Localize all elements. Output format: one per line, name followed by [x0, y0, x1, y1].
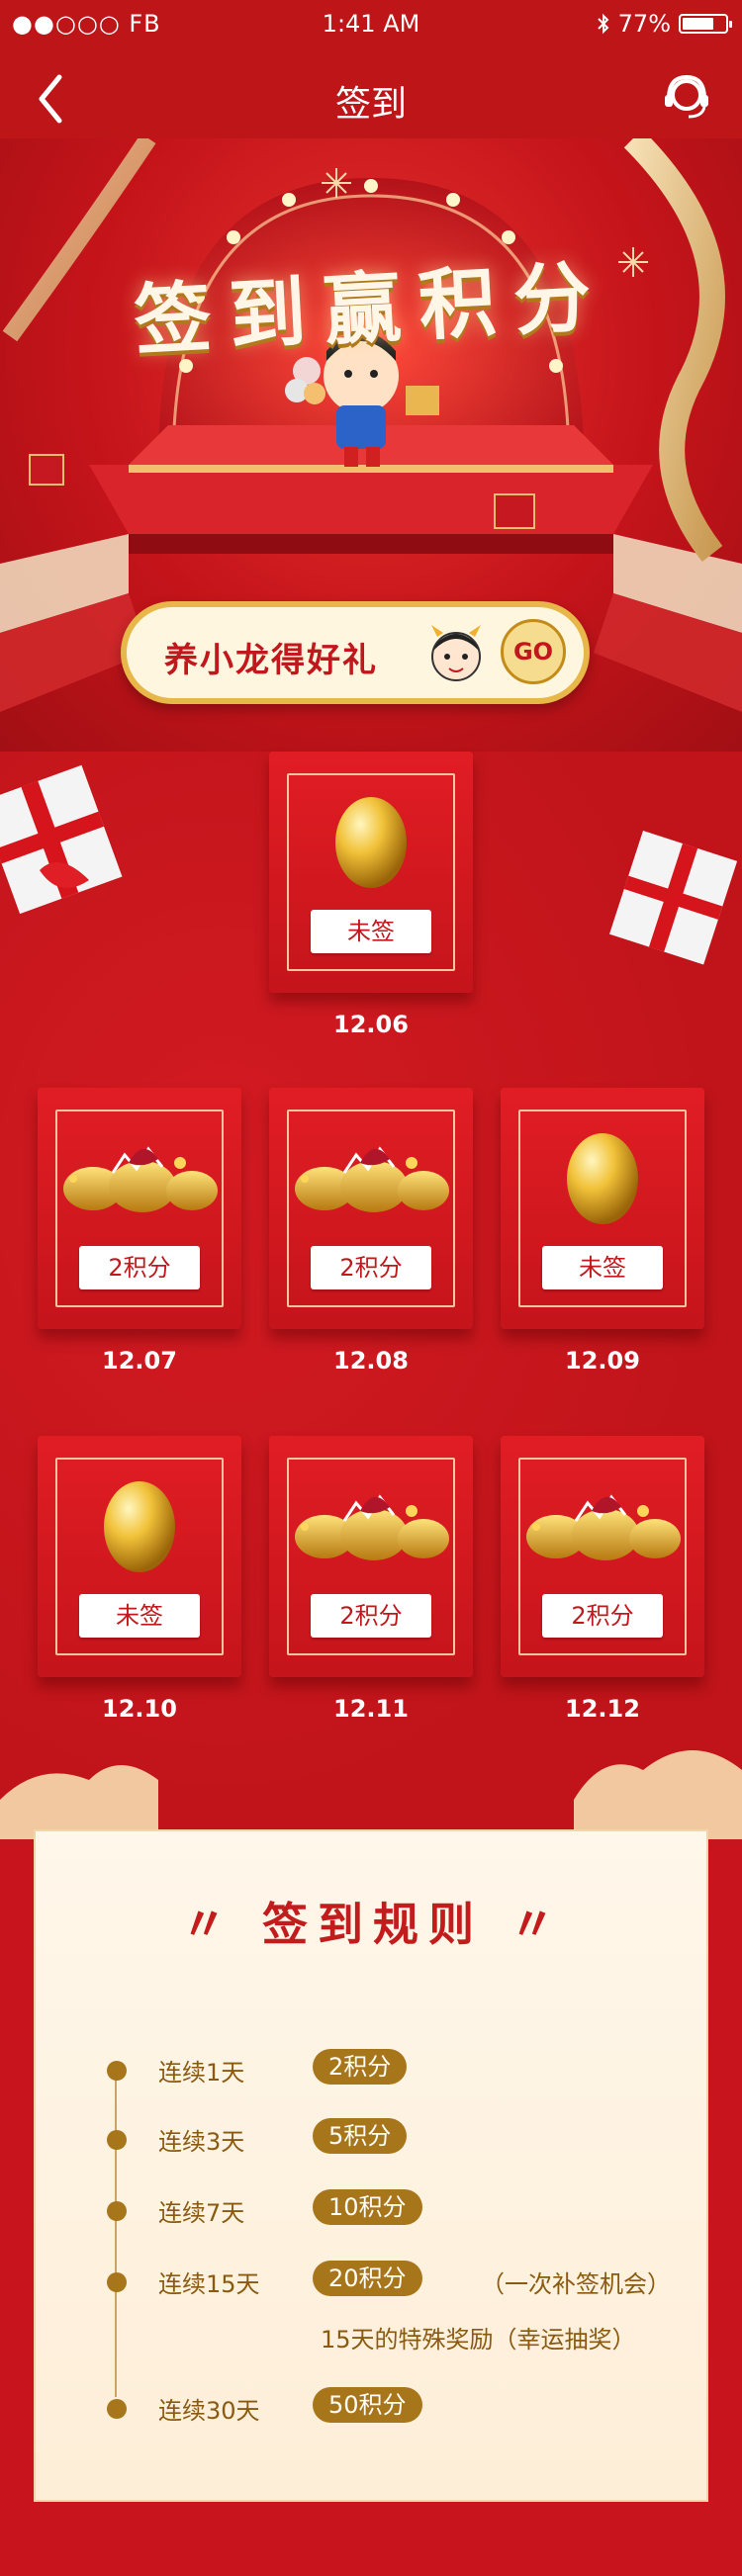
timeline-dot: [107, 2272, 127, 2292]
bluetooth-icon: [597, 13, 609, 35]
customer-service-icon[interactable]: [659, 69, 714, 125]
checkin-date: 12.08: [333, 1347, 409, 1375]
rule-days: 连续15天: [158, 2270, 260, 2298]
rule-item: 连续1天 2积分: [99, 2049, 693, 2088]
cracked-egg-icon: [63, 1146, 218, 1212]
rule-item: 连续30天 50积分: [99, 2387, 693, 2427]
rule-points-badge: 2积分: [313, 2049, 408, 2085]
timeline-dot: [107, 2201, 127, 2221]
cracked-egg-icon: [526, 1494, 681, 1560]
checkin-card[interactable]: 2积分: [269, 1088, 473, 1329]
checkin-card[interactable]: 2积分: [501, 1436, 704, 1677]
checkin-area: 未签 12.06 2积分 12.07 2积分 12.08 未签 12.09 未签 12.1…: [0, 752, 742, 1839]
checkin-date: 12.06: [333, 1011, 409, 1038]
checkin-status-button[interactable]: 未签: [311, 910, 431, 953]
extra-note: 15天的特殊奖励（幸运抽奖）: [321, 2326, 636, 2354]
checkin-status-button[interactable]: 未签: [79, 1594, 200, 1638]
checkin-date: 12.09: [565, 1347, 640, 1375]
cracked-egg-icon: [295, 1494, 449, 1560]
go-button[interactable]: GO: [501, 619, 566, 684]
status-right: 77%: [597, 10, 732, 38]
checkin-card[interactable]: 2积分: [38, 1088, 241, 1329]
checkin-card[interactable]: 未签: [501, 1088, 704, 1329]
rule-days: 连续30天: [158, 2397, 260, 2425]
timeline-dot: [107, 2061, 127, 2081]
golden-egg-icon: [567, 1133, 638, 1224]
rule-note: （一次补签机会）: [481, 2270, 671, 2298]
rule-points-badge: 20积分: [313, 2261, 422, 2296]
rule-days: 连续3天: [158, 2128, 245, 2156]
rules-panel: 〃 签到规则 〃 连续1天 2积分 连续3天 5积分 连续7天 10积分 连续1…: [34, 1829, 708, 2502]
rule-points-badge: 10积分: [313, 2189, 422, 2225]
rule-item: 连续15天 20积分 （一次补签机会）: [99, 2261, 693, 2300]
rule-days: 连续1天: [158, 2059, 245, 2087]
checkin-card[interactable]: 未签: [269, 752, 473, 993]
rule-days: 连续7天: [158, 2199, 245, 2227]
timeline-dot: [107, 2130, 127, 2150]
quote-icon: 〃: [510, 1898, 566, 1951]
battery-icon: [679, 14, 732, 34]
dragon-mascot-icon: [431, 625, 481, 681]
checkin-status-button[interactable]: 2积分: [542, 1594, 663, 1638]
battery-percent: 77%: [617, 10, 671, 38]
quote-icon: 〃: [180, 1898, 236, 1951]
checkin-status-button[interactable]: 2积分: [311, 1594, 431, 1638]
timeline-line: [115, 2061, 117, 2397]
rule-points-badge: 50积分: [313, 2387, 422, 2423]
golden-egg-icon: [104, 1481, 175, 1572]
checkin-status-button[interactable]: 2积分: [311, 1246, 431, 1289]
promo-text: 养小龙得好礼: [164, 641, 378, 680]
rule-points-badge: 5积分: [313, 2118, 408, 2154]
checkin-card[interactable]: 2积分: [269, 1436, 473, 1677]
rules-title-wrap: 〃 签到规则 〃: [36, 1889, 710, 1954]
checkin-card[interactable]: 未签: [38, 1436, 241, 1677]
timeline-dot: [107, 2399, 127, 2419]
status-bar: ●●○○○ FB 1:41 AM 77%: [0, 0, 742, 47]
rule-item: 连续7天 10积分: [99, 2189, 693, 2229]
page-title: 签到: [334, 84, 407, 125]
checkin-date: 12.07: [102, 1347, 177, 1375]
promo-banner[interactable]: 养小龙得好礼 GO: [121, 601, 590, 704]
rule-item: 连续3天 5积分: [99, 2118, 693, 2158]
checkin-date: 12.11: [333, 1695, 409, 1723]
checkin-status-button[interactable]: 2积分: [79, 1246, 200, 1289]
golden-egg-icon: [335, 797, 407, 888]
rules-title: 签到规则: [262, 1898, 484, 1951]
checkin-date: 12.12: [565, 1695, 640, 1723]
checkin-date: 12.10: [102, 1695, 177, 1723]
checkin-status-button[interactable]: 未签: [542, 1246, 663, 1289]
cracked-egg-icon: [295, 1146, 449, 1212]
